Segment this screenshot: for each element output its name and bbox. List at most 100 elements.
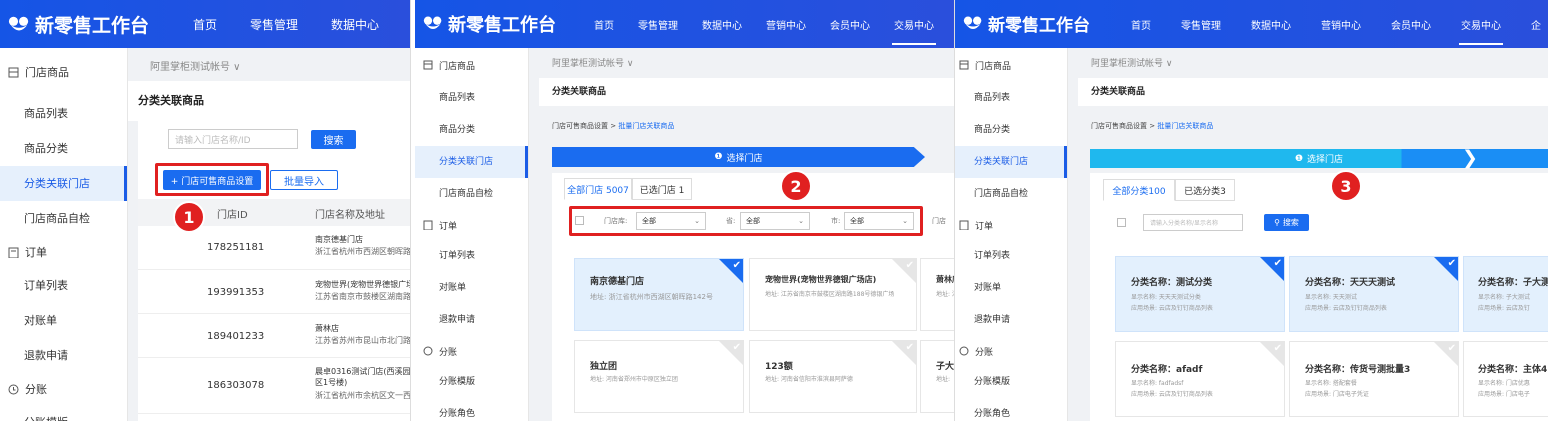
category-card[interactable]: 分类名称：子大测 显示名称: 子大测试 应用场景: 云店及钉 <box>1463 256 1548 332</box>
select-all-checkbox[interactable] <box>1117 218 1126 227</box>
store-card[interactable]: 萧林店 地址: 江苏省苏州市昆山市北门路交叉口 <box>920 258 954 331</box>
sidebar-item-order-list[interactable]: 订单列表 <box>955 240 1067 272</box>
sidebar-group-split[interactable]: 分账 <box>415 336 528 366</box>
sidebar-item-goods-list[interactable]: 商品列表 <box>0 96 127 131</box>
store-icon <box>8 67 19 77</box>
sidebar-item-goods-category[interactable]: 商品分类 <box>955 114 1067 146</box>
account-switcher[interactable]: 阿里掌柜测试帐号 ∨ <box>1091 56 1172 69</box>
sidebar-item-split-role[interactable]: 分账角色 <box>955 398 1067 421</box>
nav-data[interactable]: 数据中心 <box>1251 17 1291 32</box>
batch-import-button[interactable]: 批量导入 <box>270 170 338 190</box>
sidebar-group-split[interactable]: 分账 <box>0 373 127 405</box>
breadcrumb: 门店可售商品设置 > 批量门店关联商品 <box>552 121 674 131</box>
sidebar-item-category-store[interactable]: 分类关联门店 <box>0 166 127 201</box>
category-card[interactable]: ✔ 分类名称：测试分类 显示名称: 天天天测试分类 应用场景: 云店及钉钉商品列… <box>1115 256 1285 332</box>
sidebar-group-orders[interactable]: 订单 <box>415 210 528 240</box>
filter-province-select[interactable]: 全部 ⌄ <box>740 212 810 230</box>
sidebar-item-refund[interactable]: 退款申请 <box>415 304 528 336</box>
sidebar-item-statement[interactable]: 对账单 <box>0 303 127 338</box>
table-row[interactable]: 189401233 萧林店 江苏省苏州市昆山市北门路 <box>138 314 410 358</box>
nav-marketing[interactable]: 营销中心 <box>766 17 806 32</box>
nav-member[interactable]: 会员中心 <box>830 17 870 32</box>
store-icon <box>423 60 433 70</box>
highlight-box <box>155 163 269 196</box>
nav-trade[interactable]: 交易中心 <box>1459 17 1503 45</box>
filter-checkbox[interactable] <box>575 216 584 225</box>
category-card[interactable]: ✔ 分类名称：传货号测批量3 显示名称: 搭配套餐 应用场景: 门店电子凭证 <box>1289 341 1459 417</box>
filter-city-select[interactable]: 全部 ⌄ <box>844 212 914 230</box>
main-content: 阿里掌柜测试帐号 ∨ 分类关联商品 请输入门店名称/ID 搜索 + 门店可售商品… <box>128 48 410 421</box>
step-arrow-icon: ❯ <box>1462 147 1478 169</box>
sidebar-item-split-role[interactable]: 分账角色 <box>415 398 528 421</box>
store-card[interactable]: ✔ 宠物世界(宠物世界德银广场店) 地址: 江苏省南京市鼓楼区湖南路188号德银… <box>749 258 917 331</box>
sidebar-item-category-store[interactable]: 分类关联门店 <box>415 146 528 178</box>
search-input[interactable]: 请输入门店名称/ID <box>168 129 298 149</box>
sidebar-item-goods-list[interactable]: 商品列表 <box>955 82 1067 114</box>
category-card[interactable]: 分类名称：主体4 显示名称: 门店优惠 应用场景: 门店电子 <box>1463 341 1548 417</box>
nav-retail[interactable]: 零售管理 <box>1181 17 1221 32</box>
sidebar-group-goods[interactable]: 门店商品 <box>0 48 127 96</box>
breadcrumb-parent[interactable]: 门店可售商品设置 <box>552 122 608 130</box>
category-card[interactable]: ✔ 分类名称：天天天测试 显示名称: 天天测试 应用场景: 云店及钉钉商品列表 <box>1289 256 1459 332</box>
tab-selected-categories[interactable]: 已选分类3 <box>1175 179 1235 201</box>
sidebar-group-goods[interactable]: 门店商品 <box>955 48 1067 82</box>
sidebar-item-self-check[interactable]: 门店商品自检 <box>415 178 528 210</box>
sidebar-group-split[interactable]: 分账 <box>955 336 1067 366</box>
sidebar-item-statement[interactable]: 对账单 <box>415 272 528 304</box>
sidebar-item-statement[interactable]: 对账单 <box>955 272 1067 304</box>
nav-retail[interactable]: 零售管理 <box>250 16 298 33</box>
nav-marketing[interactable]: 营销中心 <box>1321 17 1361 32</box>
sidebar-item-split-template[interactable]: 分账模版 <box>955 366 1067 398</box>
category-search-input[interactable]: 请输入分类名称/显示名称 <box>1143 214 1243 231</box>
nav-home[interactable]: 首页 <box>594 17 614 32</box>
step-badge-3: 3 <box>1330 170 1362 202</box>
panel-step-1: 新零售工作台 首页 零售管理 数据中心 营 门店商品 商品列表 商品分类 分类关… <box>0 0 411 421</box>
nav-home[interactable]: 首页 <box>193 16 217 33</box>
nav-retail[interactable]: 零售管理 <box>638 17 678 32</box>
breadcrumb-current: 批量门店关联商品 <box>1157 122 1214 130</box>
filter-store-select[interactable]: 全部 ⌄ <box>636 212 706 230</box>
table-row[interactable]: 178251181 南京德基门店 浙江省杭州市西湖区朝晖路 <box>138 226 410 270</box>
store-card[interactable]: 子大 地址: <box>920 340 954 413</box>
nav-trade[interactable]: 交易中心 <box>892 17 936 45</box>
sidebar-item-self-check[interactable]: 门店商品自检 <box>955 178 1067 210</box>
nav-home[interactable]: 首页 <box>1131 17 1151 32</box>
nav-more[interactable]: 企 <box>1531 17 1541 32</box>
account-switcher[interactable]: 阿里掌柜测试帐号 ∨ <box>150 58 241 73</box>
sidebar-item-goods-category[interactable]: 商品分类 <box>0 131 127 166</box>
nav-data[interactable]: 数据中心 <box>331 16 379 33</box>
category-card[interactable]: ✔ 分类名称：afadf 显示名称: fadfadsf 应用场景: 云店及钉钉商… <box>1115 341 1285 417</box>
tab-all-stores[interactable]: 全部门店 5007 <box>564 178 632 200</box>
breadcrumb-parent[interactable]: 门店可售商品设置 <box>1091 122 1147 130</box>
sidebar-group-orders[interactable]: 订单 <box>0 236 127 268</box>
category-search-button[interactable]: ⚲ 搜索 <box>1264 214 1309 231</box>
tab-all-categories[interactable]: 全部分类100 <box>1103 179 1175 201</box>
nav-data[interactable]: 数据中心 <box>702 17 742 32</box>
account-switcher[interactable]: 阿里掌柜测试帐号 ∨ <box>552 56 633 69</box>
sidebar-item-self-check[interactable]: 门店商品自检 <box>0 201 127 236</box>
sidebar-item-order-list[interactable]: 订单列表 <box>0 268 127 303</box>
sidebar-group-label: 门店商品 <box>975 61 1012 72</box>
store-card-address: 地址: 江苏省南京市鼓楼区湖南路188号德银广场 <box>765 291 895 298</box>
page-title: 分类关联商品 <box>1078 78 1548 106</box>
search-button[interactable]: 搜索 <box>311 130 356 149</box>
sidebar-group-goods[interactable]: 门店商品 <box>415 48 528 82</box>
table-row[interactable]: 186303078 晨卓0316测试门店(西溪园区1号楼) 浙江省杭州市余杭区文… <box>138 358 410 414</box>
store-card[interactable]: ✔ 123额 地址: 河南省信阳市淮滨县阿萨德 <box>749 340 917 413</box>
store-card[interactable]: ✔ 独立团 地址: 河南省郑州市中原区独立团 <box>574 340 744 413</box>
store-card[interactable]: ✔ 南京德基门店 地址: 浙江省杭州市西湖区朝晖路142号 <box>574 258 744 331</box>
info-icon: ❶ <box>714 152 723 162</box>
filter-value: 全部 <box>746 217 760 225</box>
sidebar-item-goods-category[interactable]: 商品分类 <box>415 114 528 146</box>
sidebar-item-goods-list[interactable]: 商品列表 <box>415 82 528 114</box>
sidebar-item-category-store[interactable]: 分类关联门店 <box>955 146 1067 178</box>
sidebar-item-split-template[interactable]: 分账模版 <box>0 405 127 421</box>
sidebar-item-refund[interactable]: 退款申请 <box>955 304 1067 336</box>
table-row[interactable]: 193991353 宠物世界(宠物世界德银广场店) 江苏省南京市鼓楼区湖南路 <box>138 270 410 314</box>
tab-selected-stores[interactable]: 已选门店 1 <box>632 178 692 200</box>
sidebar-item-order-list[interactable]: 订单列表 <box>415 240 528 272</box>
sidebar-group-orders[interactable]: 订单 <box>955 210 1067 240</box>
sidebar-item-split-template[interactable]: 分账模版 <box>415 366 528 398</box>
nav-member[interactable]: 会员中心 <box>1391 17 1431 32</box>
sidebar-item-refund[interactable]: 退款申请 <box>0 338 127 373</box>
